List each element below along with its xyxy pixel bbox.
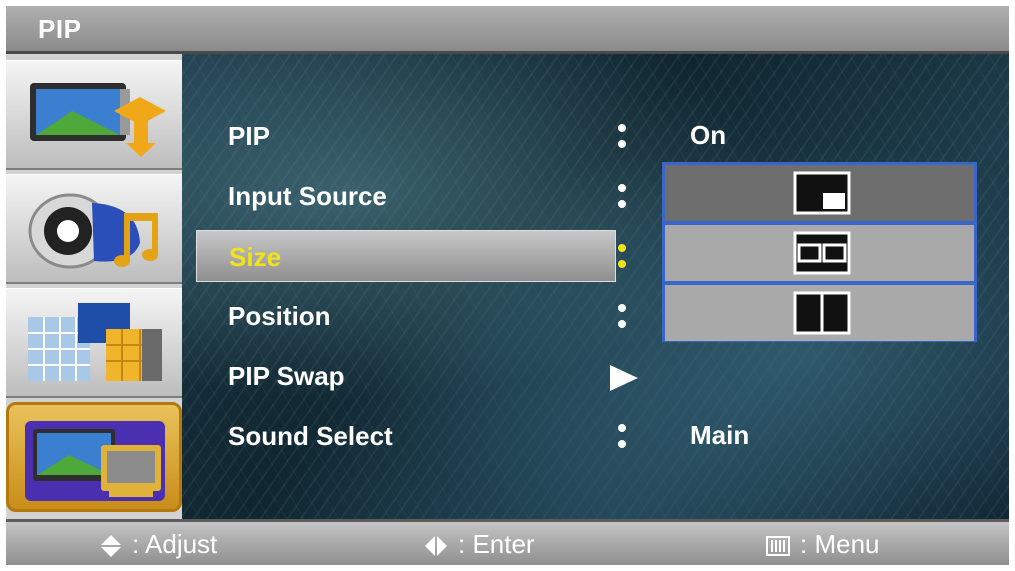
menu-label: : Menu xyxy=(800,529,880,559)
adjust-label: : Adjust xyxy=(132,529,218,559)
enter-label: : Enter xyxy=(458,529,535,559)
pip-value: On xyxy=(690,120,727,150)
colon-separator xyxy=(618,236,628,276)
size-dropdown xyxy=(662,162,977,342)
sound-icon xyxy=(28,193,158,269)
pip-small-inset-icon xyxy=(793,171,851,215)
size-option-split-double[interactable] xyxy=(665,225,974,281)
title-bar: PIP xyxy=(6,6,1009,54)
up-down-arrow-icon xyxy=(101,535,121,558)
category-sidebar xyxy=(6,54,182,519)
menu-item-label: PIP Swap xyxy=(228,361,345,391)
size-option-small-inset[interactable] xyxy=(665,165,974,221)
menu-item-size[interactable]: Size xyxy=(196,230,616,282)
menu-item-sound-select[interactable]: Sound Select xyxy=(196,410,616,462)
page-title: PIP xyxy=(38,14,82,44)
colon-separator xyxy=(618,416,628,456)
sidebar-item-sound[interactable] xyxy=(6,174,182,284)
channel-icon xyxy=(28,303,162,381)
left-right-arrow-icon xyxy=(425,536,447,557)
menu-hint: : Menu xyxy=(766,529,880,560)
menu-item-label: Position xyxy=(228,301,331,331)
pip-split-double-icon xyxy=(793,231,851,275)
menu-item-input-source[interactable]: Input Source xyxy=(196,170,616,222)
sound-select-value: Main xyxy=(690,420,750,450)
enter-hint: : Enter xyxy=(424,529,535,560)
picture-icon xyxy=(30,83,166,157)
size-option-side-by-side[interactable] xyxy=(665,285,974,341)
pip-side-by-side-icon xyxy=(793,291,851,335)
menu-item-label: PIP xyxy=(228,121,270,151)
colon-separator xyxy=(618,176,628,216)
pip-menu-panel: PIP Input Source Size Position PIP Swap … xyxy=(182,54,1009,519)
navigation-hints-bar: : Adjust : Enter : Menu xyxy=(6,519,1009,565)
sidebar-item-picture[interactable] xyxy=(6,60,182,170)
osd-window: PIP PIP Input Source Size Position PIP S… xyxy=(6,6,1009,565)
colon-separator xyxy=(618,296,628,336)
menu-item-label: Sound Select xyxy=(228,421,393,451)
adjust-hint: : Adjust xyxy=(100,529,217,560)
setup-icon xyxy=(25,421,165,501)
menu-item-pip-swap[interactable]: PIP Swap xyxy=(196,350,616,402)
colon-separator xyxy=(618,116,628,156)
submenu-arrow-icon xyxy=(610,365,638,391)
menu-item-position[interactable]: Position xyxy=(196,290,616,342)
menu-icon xyxy=(766,536,790,557)
menu-item-label: Size xyxy=(229,242,282,272)
sidebar-item-channel[interactable] xyxy=(6,288,182,398)
sidebar-item-setup[interactable] xyxy=(6,402,182,512)
menu-item-pip[interactable]: PIP xyxy=(196,110,616,162)
menu-item-label: Input Source xyxy=(228,181,387,211)
